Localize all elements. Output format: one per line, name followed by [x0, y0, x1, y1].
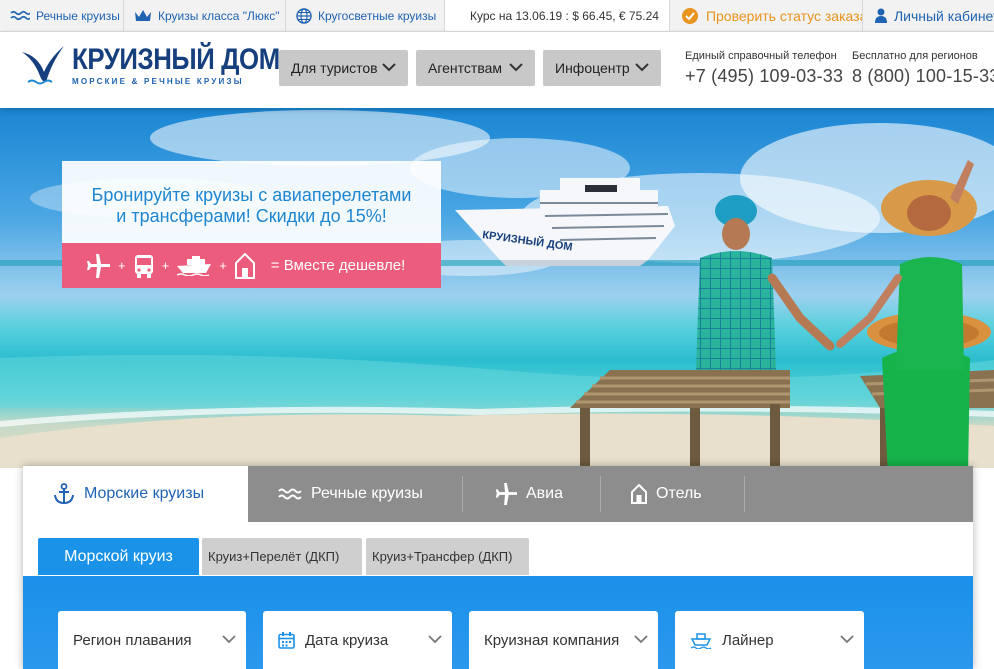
personal-cabinet-link[interactable]: Личный кабинет: [861, 0, 994, 31]
phone-number[interactable]: +7 (495) 109-03-33: [685, 66, 843, 87]
check-circle-icon: [681, 7, 698, 24]
promo-bundle-bar: + + + = Вместе дешевле!: [62, 243, 441, 288]
house-icon: [631, 484, 647, 504]
currency-rate: Курс на 13.06.19 : $ 66.45, € 75.24: [470, 8, 659, 23]
luxury-cruises-link[interactable]: Круизы класса "Люкс": [124, 0, 286, 31]
seagull-logo-icon: [20, 42, 66, 88]
waves-icon: [10, 10, 30, 22]
cruise-date-select[interactable]: Дата круиза: [263, 611, 452, 669]
cruise-company-select[interactable]: Круизная компания: [469, 611, 658, 669]
crown-icon: [134, 9, 152, 23]
search-form: Регион плавания Дата круиза Круизная ком…: [23, 576, 973, 669]
house-icon: [234, 252, 255, 279]
region-select[interactable]: Регион плавания: [58, 611, 246, 669]
chevron-down-icon: [382, 62, 396, 72]
liner-select[interactable]: Лайнер: [675, 611, 864, 669]
hero-banner[interactable]: КРУИЗНЫЙ ДОМ Бронируйте круизы с авиапер…: [0, 108, 994, 468]
promo-block[interactable]: Бронируйте круизы с авиаперелетами и тра…: [62, 161, 441, 288]
top-bar: Речные круизы Круизы класса "Люкс" Круго…: [0, 0, 994, 32]
bus-icon: [134, 254, 154, 278]
search-panel: Морские круизы Речные круизы Авиа Отель …: [23, 466, 973, 669]
search-subtabs: Морской круиз Круиз+Перелёт (ДКП) Круиз+…: [23, 522, 973, 575]
subtab-cruise-transfer[interactable]: Круиз+Трансфер (ДКП): [366, 538, 529, 575]
phone-regions: Бесплатно для регионов 8 (800) 100-15-33: [852, 50, 994, 87]
subtab-cruise-flight[interactable]: Круиз+Перелёт (ДКП): [202, 538, 362, 575]
waves-icon: [278, 487, 302, 501]
world-cruises-link[interactable]: Кругосветные круизы: [286, 0, 445, 31]
river-cruises-link[interactable]: Речные круизы: [0, 0, 124, 31]
chevron-down-icon: [840, 634, 854, 644]
tab-river-cruises[interactable]: Речные круизы: [248, 466, 463, 522]
site-header: КРУИЗНЫЙ ДОМ МОРСКИЕ & РЕЧНЫЕ КРУИЗЫ Для…: [0, 32, 994, 108]
plane-icon: [84, 253, 110, 278]
search-tabs: Морские круизы Речные круизы Авиа Отель: [23, 466, 973, 522]
tab-sea-cruises[interactable]: Морские круизы: [23, 466, 248, 522]
nav-agencies-button[interactable]: Агентствам: [416, 50, 535, 86]
ship-icon: [690, 631, 712, 649]
plane-icon: [493, 483, 517, 505]
logo-subtitle: МОРСКИЕ & РЕЧНЫЕ КРУИЗЫ: [72, 76, 244, 86]
chevron-down-icon: [509, 62, 523, 72]
promo-text: Бронируйте круизы с авиаперелетами и тра…: [62, 161, 441, 243]
globe-icon: [296, 7, 312, 24]
tab-hotel[interactable]: Отель: [601, 466, 745, 522]
calendar-icon: [278, 631, 295, 649]
anchor-icon: [53, 483, 75, 505]
phone-unified: Единый справочный телефон +7 (495) 109-0…: [685, 50, 844, 87]
chevron-down-icon: [428, 634, 442, 644]
logo[interactable]: КРУИЗНЫЙ ДОМ МОРСКИЕ & РЕЧНЫЕ КРУИЗЫ: [20, 42, 314, 88]
ship-icon: [177, 255, 212, 276]
subtab-sea-cruise[interactable]: Морской круиз: [38, 538, 199, 575]
nav-infocenter-button[interactable]: Инфоцентр: [543, 50, 661, 86]
chevron-down-icon: [634, 634, 648, 644]
nav-for-tourists-button[interactable]: Для туристов: [279, 50, 408, 86]
chevron-down-icon: [635, 62, 649, 72]
phone-number[interactable]: 8 (800) 100-15-33: [852, 66, 994, 87]
chevron-down-icon: [222, 634, 236, 644]
user-icon: [874, 8, 887, 23]
logo-title: КРУИЗНЫЙ ДОМ: [72, 42, 280, 76]
check-order-status-button[interactable]: Проверить статус заказа: [668, 0, 867, 31]
tab-avia[interactable]: Авиа: [463, 466, 601, 522]
